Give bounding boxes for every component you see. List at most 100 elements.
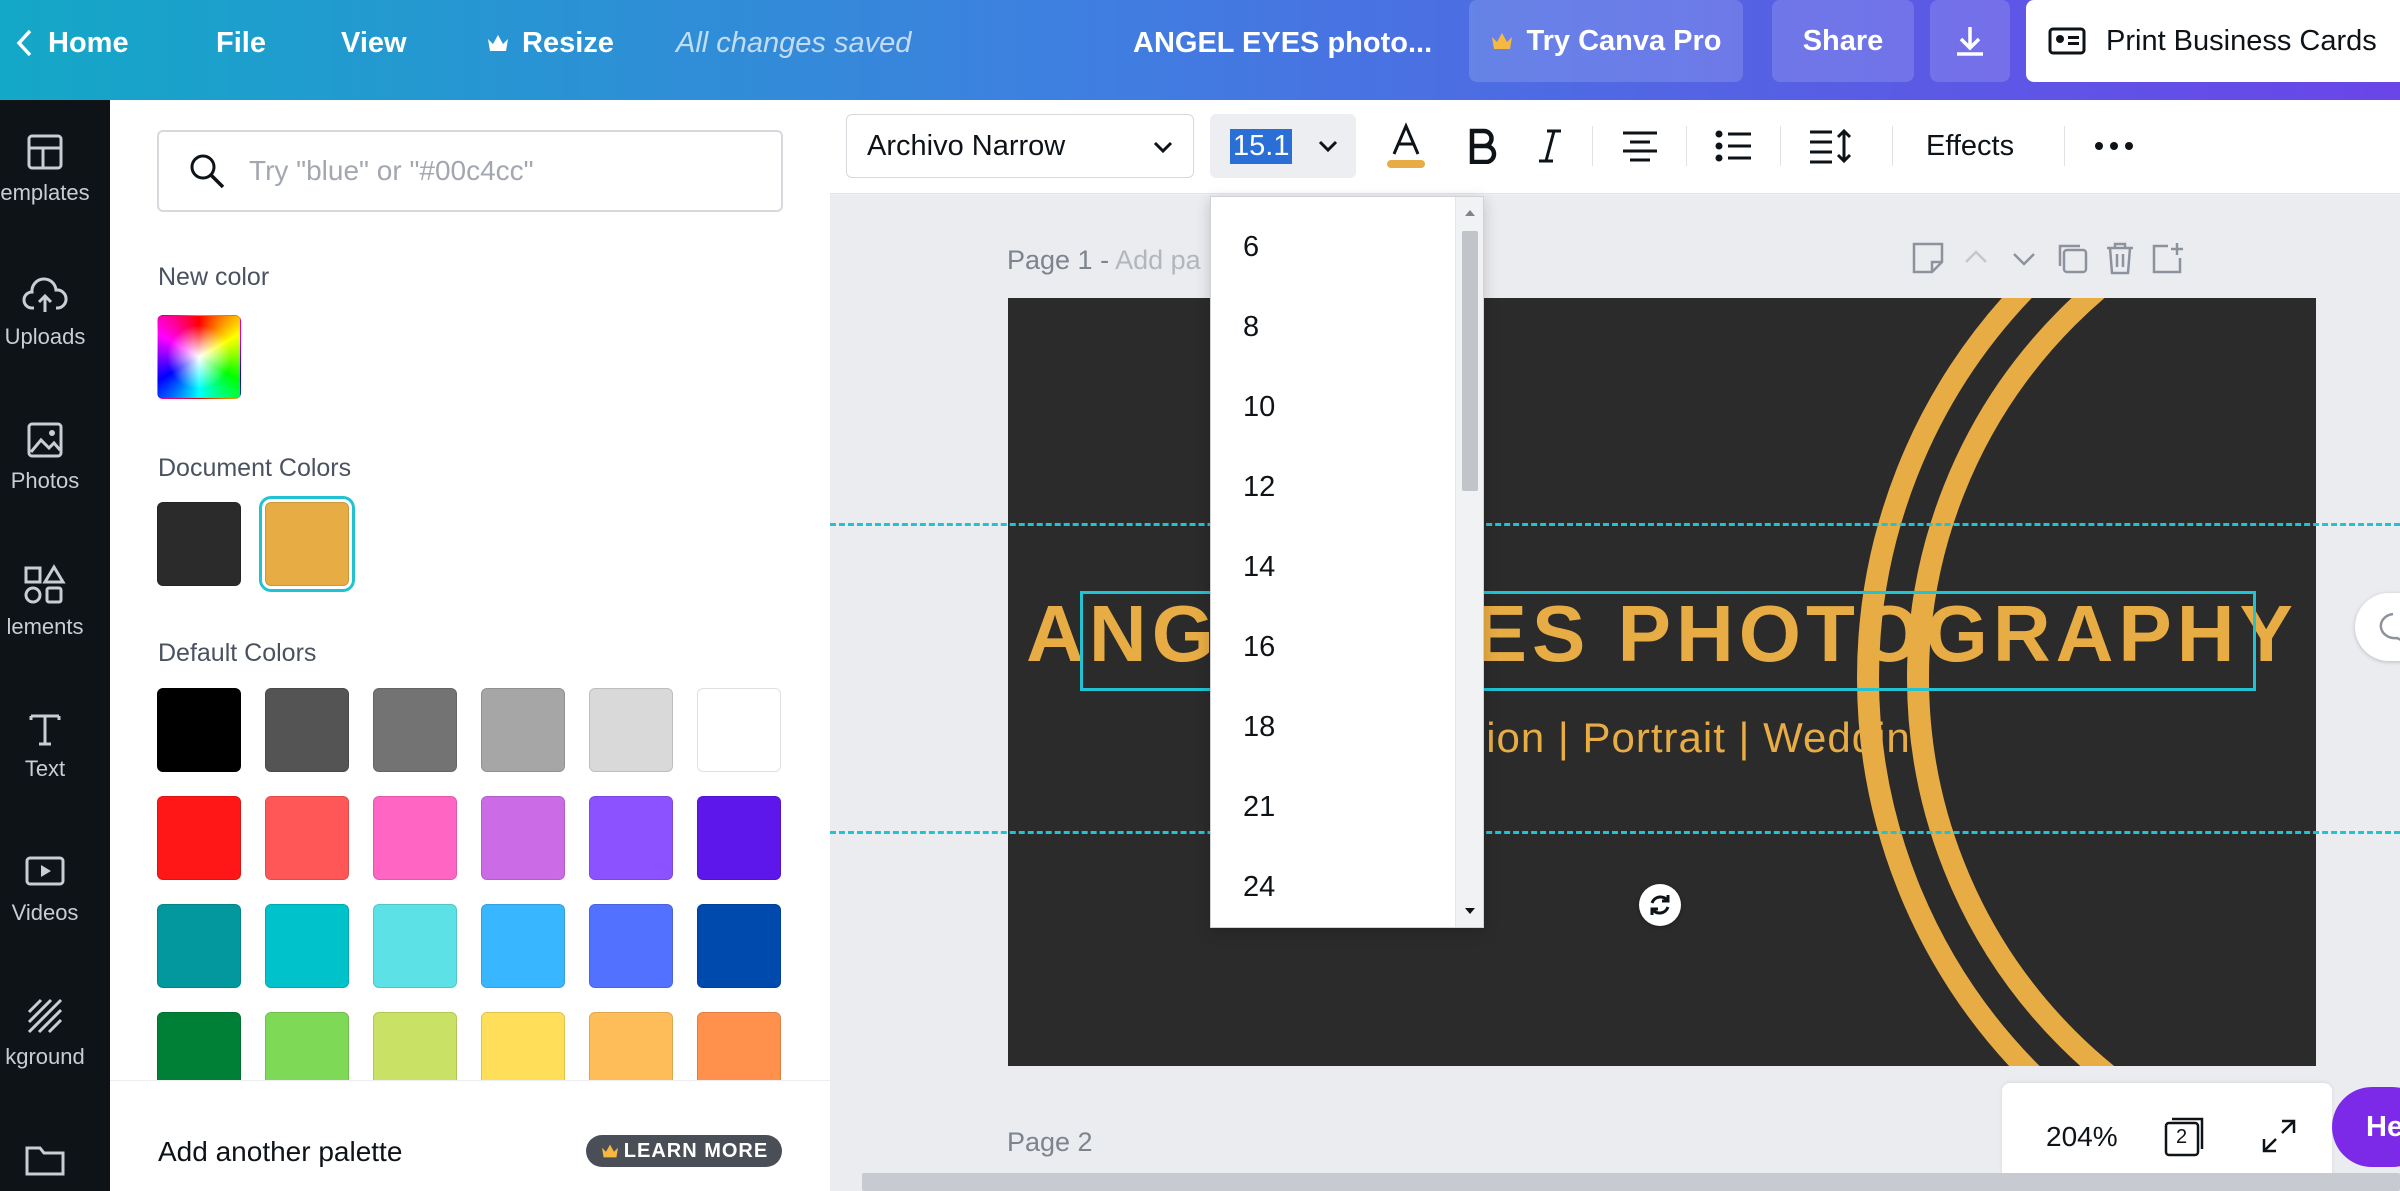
default-color-swatch[interactable] [697,796,781,880]
alignment-guide [830,523,2400,526]
page-1-title: Page 1 - [1007,245,1116,275]
effects-button[interactable]: Effects [1926,114,2014,178]
chevron-down-icon[interactable] [2006,240,2042,276]
note-icon[interactable] [1910,240,1946,276]
rail-photos[interactable]: Photos [0,420,110,494]
bold-icon [1469,128,1497,164]
default-color-swatch[interactable] [481,904,565,988]
default-color-swatch[interactable] [373,796,457,880]
default-color-swatch[interactable] [697,904,781,988]
default-color-swatch[interactable] [157,688,241,772]
font-size-value[interactable]: 15.1 [1230,128,1293,164]
learn-more-button[interactable]: LEARN MORE [586,1135,782,1167]
try-canva-pro-button[interactable]: Try Canva Pro [1469,0,1743,82]
download-button[interactable] [1930,0,2010,82]
document-color-swatch[interactable] [265,502,349,586]
default-color-swatch[interactable] [265,688,349,772]
home-button[interactable]: Home [14,0,129,86]
fullscreen-icon[interactable] [2260,1117,2298,1155]
text-toolbar: Archivo Narrow 15.1 Effects [830,100,2400,194]
spacing-button[interactable] [1798,114,1862,178]
rail-templates[interactable]: emplates [0,132,110,206]
font-size-select[interactable]: 15.1 [1210,114,1356,178]
font-family-select[interactable]: Archivo Narrow [846,114,1194,178]
upload-cloud-icon [22,277,68,312]
default-color-swatch[interactable] [373,688,457,772]
more-options-button[interactable] [2082,114,2146,178]
dropdown-scrollbar[interactable] [1455,197,1484,927]
scroll-down-icon[interactable] [1456,901,1484,921]
default-color-swatch[interactable] [589,688,673,772]
font-size-option[interactable]: 18 [1243,711,1275,744]
effects-label: Effects [1926,129,2015,162]
share-button[interactable]: Share [1772,0,1914,82]
font-size-option[interactable]: 10 [1243,391,1275,424]
toolbar-divider [1592,126,1593,166]
page-count-button[interactable]: 2 [2162,1113,2208,1159]
print-business-cards-button[interactable]: Print Business Cards [2026,0,2400,82]
help-button[interactable]: He [2332,1087,2400,1167]
default-color-swatch[interactable] [265,796,349,880]
rail-folder[interactable] [0,1140,110,1186]
search-icon [190,154,225,189]
font-size-option[interactable]: 6 [1243,231,1259,264]
save-status-text: All changes saved [676,26,912,59]
file-menu[interactable]: File [216,0,266,86]
default-color-swatch[interactable] [373,904,457,988]
text-color-button[interactable] [1374,114,1438,178]
rail-videos-label: Videos [11,900,79,925]
add-palette-link[interactable]: Add another palette [158,1136,402,1168]
card-subtitle[interactable]: Fashion | Portrait | Wedding [1008,714,2316,762]
view-label: View [341,26,407,59]
rotate-handle[interactable] [1639,884,1681,926]
color-search[interactable] [157,130,783,212]
resize-button[interactable]: Resize [486,0,614,86]
horizontal-scrollbar[interactable] [862,1173,2400,1191]
chevron-up-icon[interactable] [1958,240,1994,276]
rail-elements[interactable]: lements [0,564,110,640]
zoom-level[interactable]: 204% [2046,1121,2118,1153]
new-color-swatch[interactable] [157,315,241,399]
scroll-up-icon[interactable] [1456,203,1484,223]
rail-uploads[interactable]: Uploads [0,276,110,350]
trash-icon[interactable] [2102,240,2138,276]
default-colors-label: Default Colors [158,639,317,667]
default-color-swatch[interactable] [481,796,565,880]
color-search-input[interactable] [249,155,729,187]
default-color-swatch[interactable] [157,904,241,988]
document-color-swatch[interactable] [157,502,241,586]
font-size-option[interactable]: 21 [1243,791,1275,824]
bold-button[interactable] [1452,114,1512,178]
rail-text[interactable]: Text [0,708,110,782]
default-color-swatch[interactable] [697,688,781,772]
page-title-input[interactable]: Add pa [1115,245,1201,275]
align-center-button[interactable] [1610,114,1670,178]
add-page-icon[interactable] [2150,240,2186,276]
default-color-swatch[interactable] [157,796,241,880]
folder-icon [25,1146,65,1176]
rail-templates-label: emplates [0,180,90,205]
home-label: Home [48,26,129,59]
font-size-option[interactable]: 12 [1243,471,1275,504]
default-color-swatch[interactable] [589,904,673,988]
dropdown-scroll-thumb[interactable] [1462,231,1478,491]
rail-background[interactable]: kground [0,996,110,1070]
list-button[interactable] [1704,114,1764,178]
side-rail: emplates Uploads Photos lements Text Vid… [0,100,110,1191]
video-icon [25,856,65,886]
bullet-list-icon [1715,130,1751,162]
comment-button[interactable] [2355,593,2400,661]
default-color-swatch[interactable] [265,904,349,988]
default-color-swatch[interactable] [481,688,565,772]
view-menu[interactable]: View [341,0,407,86]
duplicate-page-icon[interactable] [2054,240,2090,276]
font-size-option[interactable]: 14 [1243,551,1275,584]
document-colors-label: Document Colors [158,454,352,482]
default-color-swatch[interactable] [589,796,673,880]
rail-videos[interactable]: Videos [0,852,110,926]
document-title[interactable]: ANGEL EYES photo... [1133,0,1432,86]
italic-button[interactable] [1520,114,1580,178]
font-size-option[interactable]: 8 [1243,311,1259,344]
font-size-option[interactable]: 16 [1243,631,1275,664]
font-size-option[interactable]: 24 [1243,871,1275,904]
